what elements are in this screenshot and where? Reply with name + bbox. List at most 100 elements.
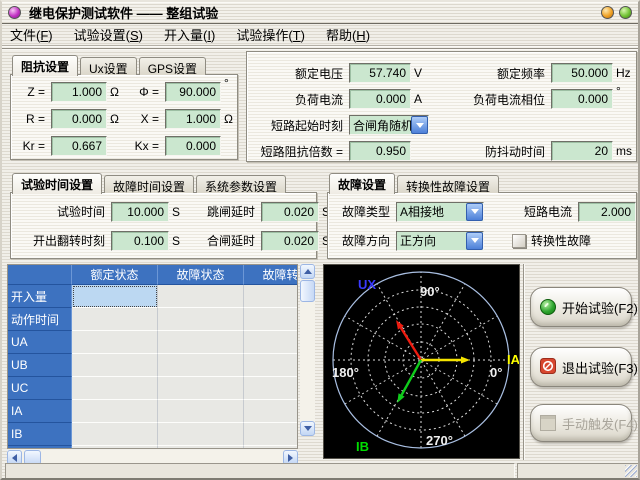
phi-input[interactable]: 90.000: [165, 82, 221, 102]
short-circuit-current-unit: A: [636, 205, 640, 219]
fault-direction-dropdown[interactable]: 正方向: [396, 231, 484, 251]
kr-input[interactable]: 0.667: [51, 136, 107, 156]
table-cell[interactable]: [72, 331, 158, 354]
tab-ux-settings[interactable]: Ux设置: [80, 57, 137, 75]
table-cell[interactable]: [244, 400, 298, 423]
table-cell[interactable]: [158, 331, 244, 354]
short-circuit-current-label: 短路电流: [512, 203, 578, 220]
table-cell[interactable]: [72, 377, 158, 400]
table-cell[interactable]: [158, 446, 244, 449]
table-cell[interactable]: [72, 354, 158, 377]
table-row: 动作时间: [8, 308, 297, 331]
table-cell[interactable]: [158, 285, 244, 308]
table-cell[interactable]: [158, 308, 244, 331]
state-table[interactable]: 额定状态故障状态故障转换开入量动作时间UAUBUCIAIBIC: [7, 264, 298, 449]
table-row-header[interactable]: UA: [8, 331, 72, 354]
rated-voltage-input[interactable]: 57.740: [349, 63, 411, 83]
fault-panel-body: 故障类型 A相接地 短路电流 2.000 A 故障方向 正方向 转换性故障: [327, 192, 637, 259]
manual-trigger-button[interactable]: 手动触发(F4): [530, 404, 632, 442]
z-input[interactable]: 1.000: [51, 82, 107, 102]
output-flip-input[interactable]: 0.100: [111, 231, 169, 251]
rated-frequency-unit: Hz: [613, 66, 637, 80]
table-cell[interactable]: [158, 377, 244, 400]
rated-frequency-input[interactable]: 50.000: [551, 63, 613, 83]
table-cell[interactable]: [72, 285, 158, 308]
scroll-down-icon[interactable]: [300, 421, 315, 436]
exit-test-button[interactable]: 退出试验(F3): [530, 347, 632, 387]
table-cell[interactable]: [244, 423, 298, 446]
table-cell[interactable]: [158, 354, 244, 377]
table-row-header[interactable]: 开入量: [8, 285, 72, 308]
close-button[interactable]: [619, 6, 632, 19]
table-cell[interactable]: [72, 308, 158, 331]
dropdown-arrow-icon[interactable]: [466, 203, 483, 221]
table-row-header[interactable]: IA: [8, 400, 72, 423]
load-current-input[interactable]: 0.000: [349, 89, 411, 109]
menu-test-operation[interactable]: 试验操作(T): [236, 25, 305, 44]
table-row: IB: [8, 423, 297, 446]
table-cell[interactable]: [244, 446, 298, 449]
start-test-button[interactable]: 开始试验(F2): [530, 287, 632, 327]
short-circuit-start-dropdown[interactable]: 合闸角随机: [349, 115, 429, 135]
table-row-header[interactable]: IB: [8, 423, 72, 446]
tab-system-param-settings[interactable]: 系统参数设置: [196, 175, 286, 193]
menu-file[interactable]: 文件(F): [10, 25, 53, 44]
title-bar[interactable]: 继电保护测试软件 —— 整组试验: [2, 2, 638, 24]
table-row-header[interactable]: UB: [8, 354, 72, 377]
dropdown-arrow-icon[interactable]: [411, 116, 428, 134]
table-cell[interactable]: [244, 354, 298, 377]
fault-type-dropdown[interactable]: A相接地: [396, 202, 484, 222]
table-cell[interactable]: [72, 423, 158, 446]
trip-delay-input[interactable]: 0.020: [261, 202, 319, 222]
phi-label: Φ =: [131, 85, 165, 99]
minimize-button[interactable]: [601, 6, 614, 19]
table-cell[interactable]: [72, 400, 158, 423]
anti-jitter-unit: ms: [613, 144, 637, 158]
vertical-scroll-thumb[interactable]: [300, 280, 315, 302]
r-unit: Ω: [107, 112, 131, 126]
tab-convertible-fault-settings[interactable]: 转换性故障设置: [397, 175, 499, 193]
impedance-multiplier-input[interactable]: 0.950: [349, 141, 411, 161]
tab-fault-settings[interactable]: 故障设置: [329, 173, 395, 194]
stop-icon: [540, 358, 556, 377]
table-cell[interactable]: [158, 423, 244, 446]
fault-type-label: 故障类型: [338, 203, 396, 220]
table-row-header[interactable]: IC: [8, 446, 72, 449]
table-cell[interactable]: [72, 446, 158, 449]
table-row-header[interactable]: UC: [8, 377, 72, 400]
test-time-input[interactable]: 10.000: [111, 202, 169, 222]
table-cell[interactable]: [244, 377, 298, 400]
resize-grip[interactable]: [625, 465, 637, 477]
table-vertical-scrollbar[interactable]: [300, 264, 315, 436]
table-cell[interactable]: [244, 331, 298, 354]
tab-gps-settings[interactable]: GPS设置: [139, 57, 206, 75]
menu-test-settings[interactable]: 试验设置(S): [74, 25, 143, 44]
tab-fault-time-settings[interactable]: 故障时间设置: [104, 175, 194, 193]
tab-impedance-settings[interactable]: 阻抗设置: [12, 55, 78, 76]
scroll-up-icon[interactable]: [300, 264, 315, 279]
menu-help[interactable]: 帮助(H): [326, 25, 370, 44]
table-column-header[interactable]: 故障状态: [158, 265, 244, 285]
anti-jitter-input[interactable]: 20: [551, 141, 613, 161]
r-input[interactable]: 0.000: [51, 109, 107, 129]
short-circuit-current-input[interactable]: 2.000: [578, 202, 636, 222]
tab-test-time-settings[interactable]: 试验时间设置: [12, 173, 102, 194]
table-cell[interactable]: [244, 308, 298, 331]
r-label: R =: [17, 112, 51, 126]
rated-voltage-label: 额定电压: [247, 65, 349, 82]
load-current-phase-unit: °: [613, 84, 637, 98]
convertible-fault-checkbox[interactable]: [512, 234, 526, 248]
dropdown-arrow-icon[interactable]: [466, 232, 483, 250]
kx-input[interactable]: 0.000: [165, 136, 221, 156]
table-cell[interactable]: [244, 285, 298, 308]
table-cell[interactable]: [158, 400, 244, 423]
close-delay-input[interactable]: 0.020: [261, 231, 319, 251]
table-column-header[interactable]: 额定状态: [72, 265, 158, 285]
table-column-header[interactable]: 故障转换: [244, 265, 298, 285]
phasor-label: 270°: [426, 433, 453, 448]
rated-frequency-label: 额定频率: [433, 65, 551, 82]
table-row-header[interactable]: 动作时间: [8, 308, 72, 331]
menu-input[interactable]: 开入量(I): [164, 25, 215, 44]
x-input[interactable]: 1.000: [165, 109, 221, 129]
load-current-phase-input[interactable]: 0.000: [551, 89, 613, 109]
